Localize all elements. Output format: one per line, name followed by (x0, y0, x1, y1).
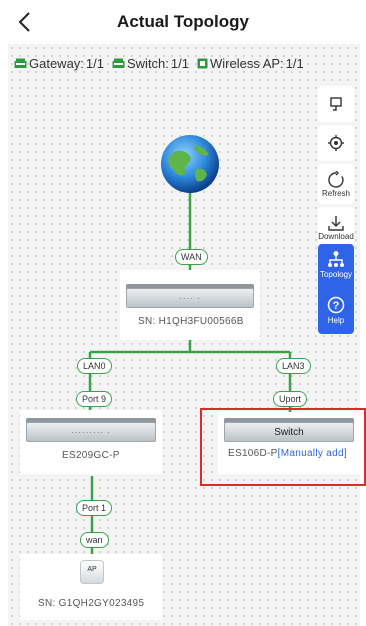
right-port-tag: Uport (273, 391, 308, 407)
refresh-label: Refresh (321, 188, 350, 198)
topology-label: Topology (319, 270, 353, 279)
topology-button[interactable]: Topology (318, 250, 354, 279)
help-button[interactable]: ? Help (318, 296, 354, 325)
globe-icon (161, 135, 219, 193)
help-label: Help (327, 316, 345, 325)
ap-sn: SN: G1QH2GY023495 (38, 598, 145, 609)
svg-text:?: ? (333, 300, 340, 312)
left-switch-device: ········· · (26, 422, 156, 442)
gateway-node[interactable]: ···· · SN: H1QH3FU00566B (120, 270, 260, 340)
left-switch-model: ES209GC-P (62, 450, 120, 461)
minimize-button[interactable] (318, 86, 354, 122)
lan3-tag: LAN3 (276, 358, 311, 374)
download-icon (328, 215, 344, 231)
refresh-icon (328, 170, 344, 188)
download-label: Download (318, 231, 354, 241)
ap-uplink-tag: wan (80, 532, 109, 548)
minimize-icon (330, 97, 342, 111)
gateway-device: ···· · (126, 288, 254, 308)
lan0-tag: LAN0 (77, 358, 112, 374)
tool-sidebar: Refresh Download (318, 86, 354, 250)
highlight-box (200, 408, 366, 486)
topology-help-panel: Topology ? Help (318, 244, 354, 334)
wan-tag: WAN (175, 249, 208, 265)
locate-icon (328, 135, 344, 151)
help-icon: ? (327, 296, 345, 314)
ap-port-tag: Port 1 (76, 500, 113, 516)
refresh-button[interactable]: Refresh (318, 164, 354, 204)
download-button[interactable]: Download (318, 207, 354, 247)
left-port-tag: Port 9 (76, 391, 113, 407)
left-switch-node[interactable]: ········· · ES209GC-P (20, 410, 162, 474)
topology-icon (328, 251, 344, 267)
ap-device: AP (80, 560, 104, 584)
gateway-sn: SN: H1QH3FU00566B (138, 316, 244, 327)
ap-node[interactable]: AP SN: G1QH2GY023495 (20, 554, 162, 620)
locate-button[interactable] (318, 125, 354, 161)
